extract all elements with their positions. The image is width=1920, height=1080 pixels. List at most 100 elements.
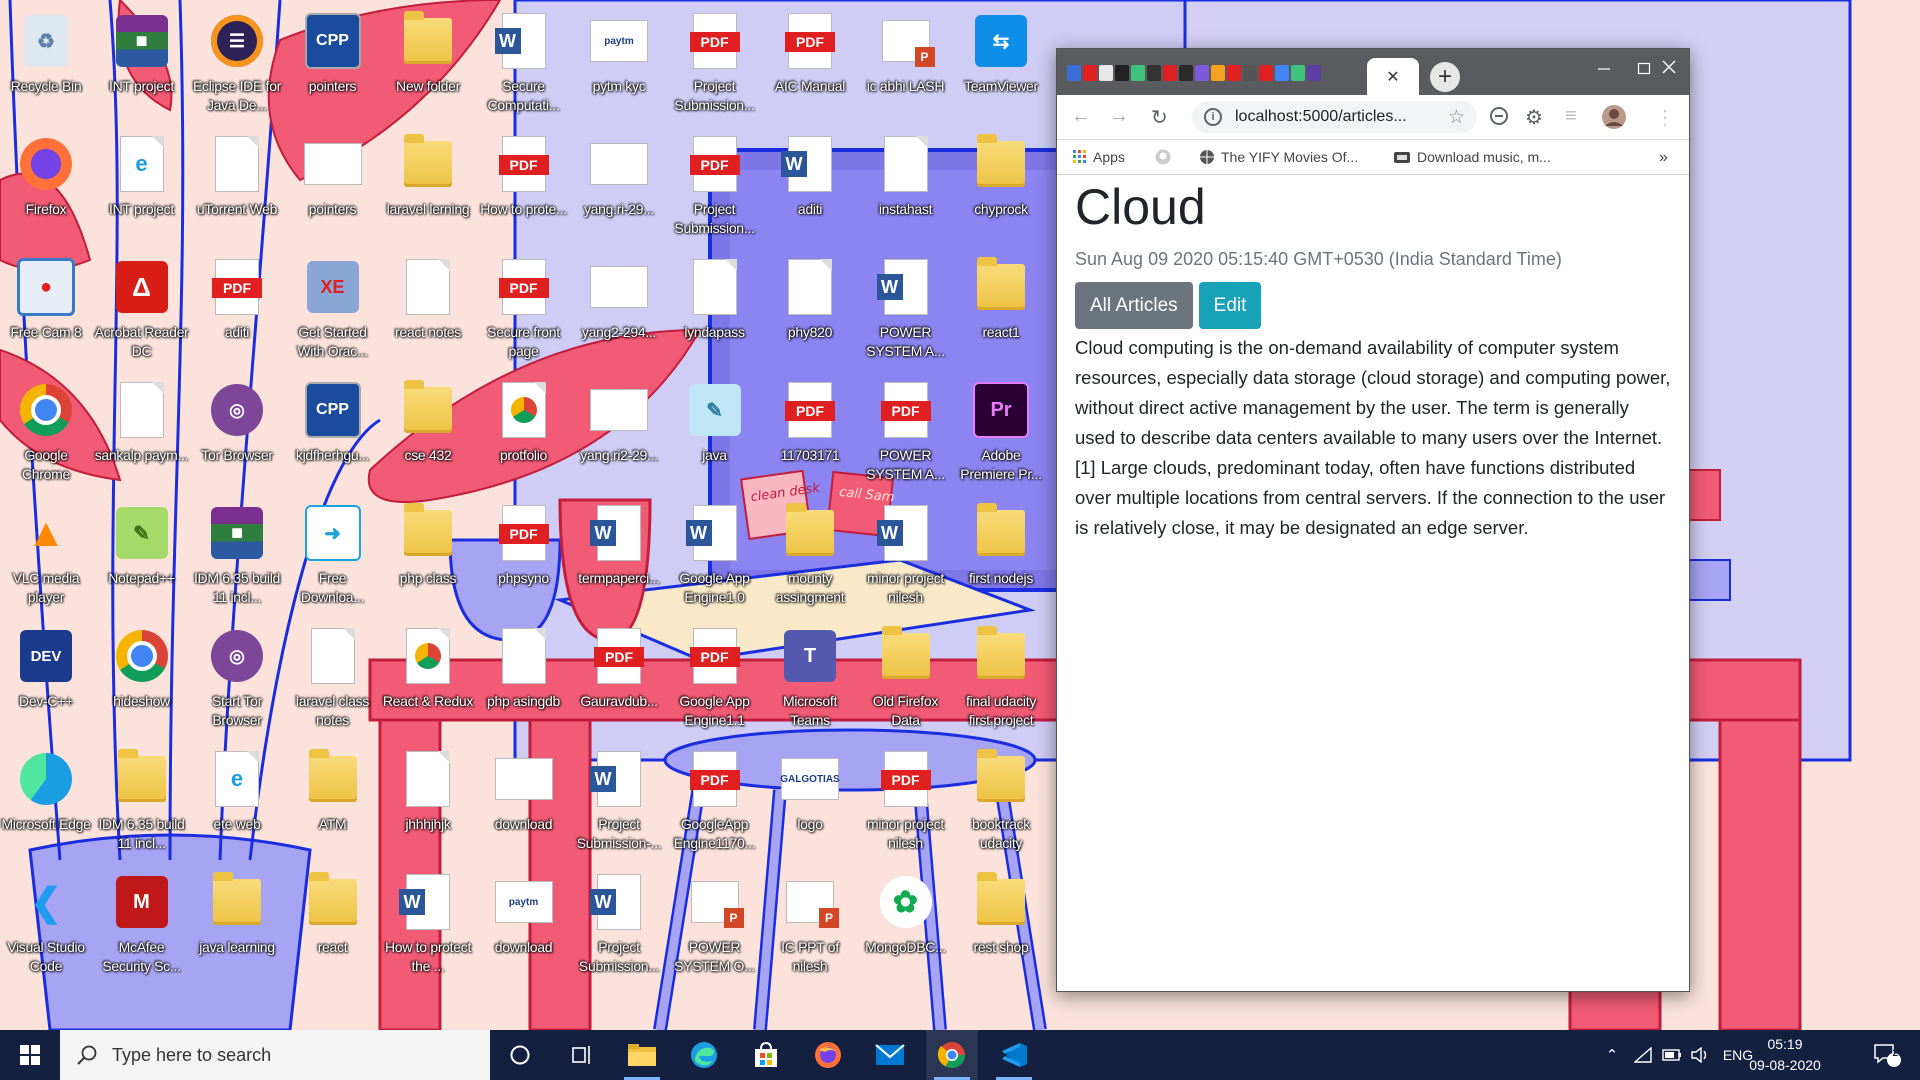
vscode-taskbar-button[interactable] <box>988 1030 1040 1080</box>
desktop-icon-minor-project-nilesh[interactable]: Wminor project nilesh <box>859 497 953 615</box>
desktop-icon-idm-6-35-build-11-incl[interactable]: ■ IDM 6.35 build 11 incl... <box>190 497 284 615</box>
tab-close-icon[interactable]: ✕ <box>1386 67 1399 87</box>
desktop-icon-php-class[interactable]: php class <box>381 497 475 615</box>
desktop-icon-gauravdub[interactable]: PDF Gauravdub... <box>572 620 666 738</box>
desktop-icon-old-firefox-data[interactable]: Old Firefox Data <box>859 620 953 738</box>
pinned-tab-favicon-icon[interactable] <box>1099 65 1113 81</box>
desktop-icon-vlc-media-player[interactable]: ▲ VLC media player <box>0 497 93 615</box>
desktop-icon-sankalp-paym[interactable]: sankalp paym... <box>95 374 189 492</box>
pinned-tab-favicon-icon[interactable] <box>1067 65 1081 81</box>
desktop-icon-chyprock[interactable]: chyprock <box>954 128 1048 246</box>
desktop-icon-yang-ri2-29[interactable]: yang.ri2-29... <box>572 374 666 492</box>
pinned-tab-favicon-icon[interactable] <box>1083 65 1097 81</box>
desktop-icon-eclipse-ide-for-java-de[interactable]: ☰ Eclipse IDE for Java De... <box>190 5 284 123</box>
desktop-icon-dev-c[interactable]: DEV Dev-C++ <box>0 620 93 738</box>
pinned-tab-favicon-icon[interactable] <box>1243 65 1257 81</box>
desktop-icon-free-cam-8[interactable]: ● Free Cam 8 <box>0 251 93 369</box>
desktop-icon-int-project[interactable]: ■ INT project <box>95 5 189 123</box>
desktop-icon-hideshow[interactable]: hideshow <box>95 620 189 738</box>
file-explorer-taskbar-button[interactable] <box>616 1030 668 1080</box>
desktop-icon-first-nodejs[interactable]: first nodejs <box>954 497 1048 615</box>
desktop-icon-mongodbc[interactable]: ✿ MongoDBC... <box>859 866 953 984</box>
firefox-taskbar-button[interactable] <box>802 1030 854 1080</box>
volume-speaker-icon[interactable] <box>1686 1030 1714 1080</box>
desktop-icon-pytm-kyc[interactable]: paytm pytm kyc <box>572 5 666 123</box>
desktop-icon-phy820[interactable]: phy820 <box>763 251 857 369</box>
bookmark-github[interactable] <box>1155 149 1171 165</box>
desktop-icon-termpaperci[interactable]: Wtermpaperci... <box>572 497 666 615</box>
desktop-icon-download[interactable]: download <box>477 743 571 861</box>
edge-taskbar-button[interactable] <box>678 1030 730 1080</box>
bookmark-yify[interactable]: The YIFY Movies Of... <box>1199 149 1358 165</box>
pinned-tab-favicon-icon[interactable] <box>1147 65 1161 81</box>
desktop-icon-pointers[interactable]: CPP pointers <box>286 5 380 123</box>
desktop-icon-lyndapass[interactable]: lyndapass <box>668 251 762 369</box>
desktop-icon-ete-web[interactable]: e ete web <box>190 743 284 861</box>
pinned-tab-favicon-icon[interactable] <box>1259 65 1273 81</box>
desktop-icon-secure-computati[interactable]: W Secure Computati... <box>477 5 571 123</box>
active-tab[interactable]: ✕ <box>1367 58 1419 95</box>
desktop-icon-power-system-o[interactable]: P POWER SYSTEM O... <box>668 866 762 984</box>
pinned-tab-favicon-icon[interactable] <box>1131 65 1145 81</box>
chrome-taskbar-button[interactable] <box>926 1030 978 1080</box>
store-taskbar-button[interactable] <box>740 1030 792 1080</box>
desktop-icon-minor-project-nilesh[interactable]: PDF minor project nilesh <box>859 743 953 861</box>
desktop-icon-laravel-class-notes[interactable]: laravel class notes <box>286 620 380 738</box>
network-wifi-icon[interactable] <box>1628 1030 1658 1080</box>
desktop-icon-tor-browser[interactable]: ◎ Tor Browser <box>190 374 284 492</box>
cortana-button[interactable] <box>494 1030 546 1080</box>
bookmark-apps[interactable]: Apps <box>1073 149 1125 165</box>
desktop-icon-react1[interactable]: react1 <box>954 251 1048 369</box>
pinned-tab-favicon-icon[interactable] <box>1307 65 1321 81</box>
extension-circle-icon[interactable] <box>1489 106 1509 132</box>
desktop-icon-yang-ri-29[interactable]: yang.ri-29... <box>572 128 666 246</box>
action-center-button[interactable]: 29 <box>1862 1030 1912 1080</box>
desktop-icon-secure-front-page[interactable]: PDF Secure front page <box>477 251 571 369</box>
desktop-icon-free-downloa[interactable]: ➜ Free Downloa... <box>286 497 380 615</box>
desktop-icon-mounty-assingment[interactable]: mounty assingment <box>763 497 857 615</box>
desktop-icon-logo[interactable]: GALGOTIAS logo <box>763 743 857 861</box>
bookmarks-overflow-icon[interactable]: » <box>1659 149 1668 167</box>
desktop-icon-firefox[interactable]: Firefox <box>0 128 93 246</box>
desktop-icon-ic-ppt-of-nilesh[interactable]: P IC PPT of nilesh <box>763 866 857 984</box>
desktop-icon-visual-studio-code[interactable]: ❮ Visual Studio Code <box>0 866 93 984</box>
desktop-icon-project-submission[interactable]: PDF Project Submission... <box>668 128 762 246</box>
site-info-icon[interactable]: i <box>1204 108 1222 126</box>
show-hidden-icons-chevron-icon[interactable]: ⌃ <box>1598 1030 1626 1080</box>
menu-kebab-icon[interactable]: ⋮ <box>1655 105 1675 130</box>
desktop-icon-download[interactable]: paytm download <box>477 866 571 984</box>
desktop-icon-aditi[interactable]: Waditi <box>763 128 857 246</box>
desktop-icon-project-submission[interactable]: W Project Submission-... <box>572 743 666 861</box>
desktop-icon-java-learning[interactable]: java learning <box>190 866 284 984</box>
desktop-icon-react-redux[interactable]: React & Redux <box>381 620 475 738</box>
desktop-icon-final-udacity-first-project[interactable]: final udacity first project <box>954 620 1048 738</box>
desktop-icon-teamviewer[interactable]: ⇆ TeamViewer <box>954 5 1048 123</box>
pinned-tab-favicon-icon[interactable] <box>1179 65 1193 81</box>
desktop-icon-atm[interactable]: ATM <box>286 743 380 861</box>
taskbar-clock[interactable]: 05:19 09-08-2020 <box>1745 1034 1825 1076</box>
taskbar-search-box[interactable]: Type here to search <box>60 1030 490 1080</box>
pinned-tab-favicon-icon[interactable] <box>1115 65 1129 81</box>
pinned-tab-favicon-icon[interactable] <box>1275 65 1289 81</box>
desktop-icon-project-submission[interactable]: PDF Project Submission... <box>668 5 762 123</box>
back-arrow-icon[interactable]: ← <box>1071 105 1091 128</box>
pinned-tab-favicon-icon[interactable] <box>1291 65 1305 81</box>
desktop-icon-pointers[interactable]: pointers <box>286 128 380 246</box>
battery-icon[interactable] <box>1658 1030 1686 1080</box>
desktop-icon-aditi[interactable]: PDF aditi <box>190 251 284 369</box>
desktop-icon-power-system-a[interactable]: PDF POWER SYSTEM A... <box>859 374 953 492</box>
desktop-icon-googleapp-engine1170[interactable]: PDF GoogleApp Engine1170... <box>668 743 762 861</box>
desktop-icon-mcafee-security-sc[interactable]: M McAfee Security Sc... <box>95 866 189 984</box>
desktop-icon-php-asingdb[interactable]: php asingdb <box>477 620 571 738</box>
desktop-icon-kjdfherhgu[interactable]: CPP kjdfherhgu... <box>286 374 380 492</box>
desktop-icon-how-to-protect-the[interactable]: W How to protect the ... <box>381 866 475 984</box>
desktop-icon-booktrack-udacity[interactable]: booktrack udacity <box>954 743 1048 861</box>
desktop-icon-google-chrome[interactable]: Google Chrome <box>0 374 93 492</box>
desktop-icon-how-to-prote[interactable]: PDF How to prote... <box>477 128 571 246</box>
desktop-icon-laravel-lerning[interactable]: laravel lerning <box>381 128 475 246</box>
reload-icon[interactable]: ↻ <box>1151 105 1168 130</box>
close-window-button[interactable] <box>1652 57 1686 83</box>
forward-arrow-icon[interactable]: → <box>1109 105 1129 128</box>
desktop-icon-idm-6-35-build-11-incl[interactable]: IDM 6.35 build 11 incl... <box>95 743 189 861</box>
minimize-button[interactable] <box>1587 57 1621 83</box>
